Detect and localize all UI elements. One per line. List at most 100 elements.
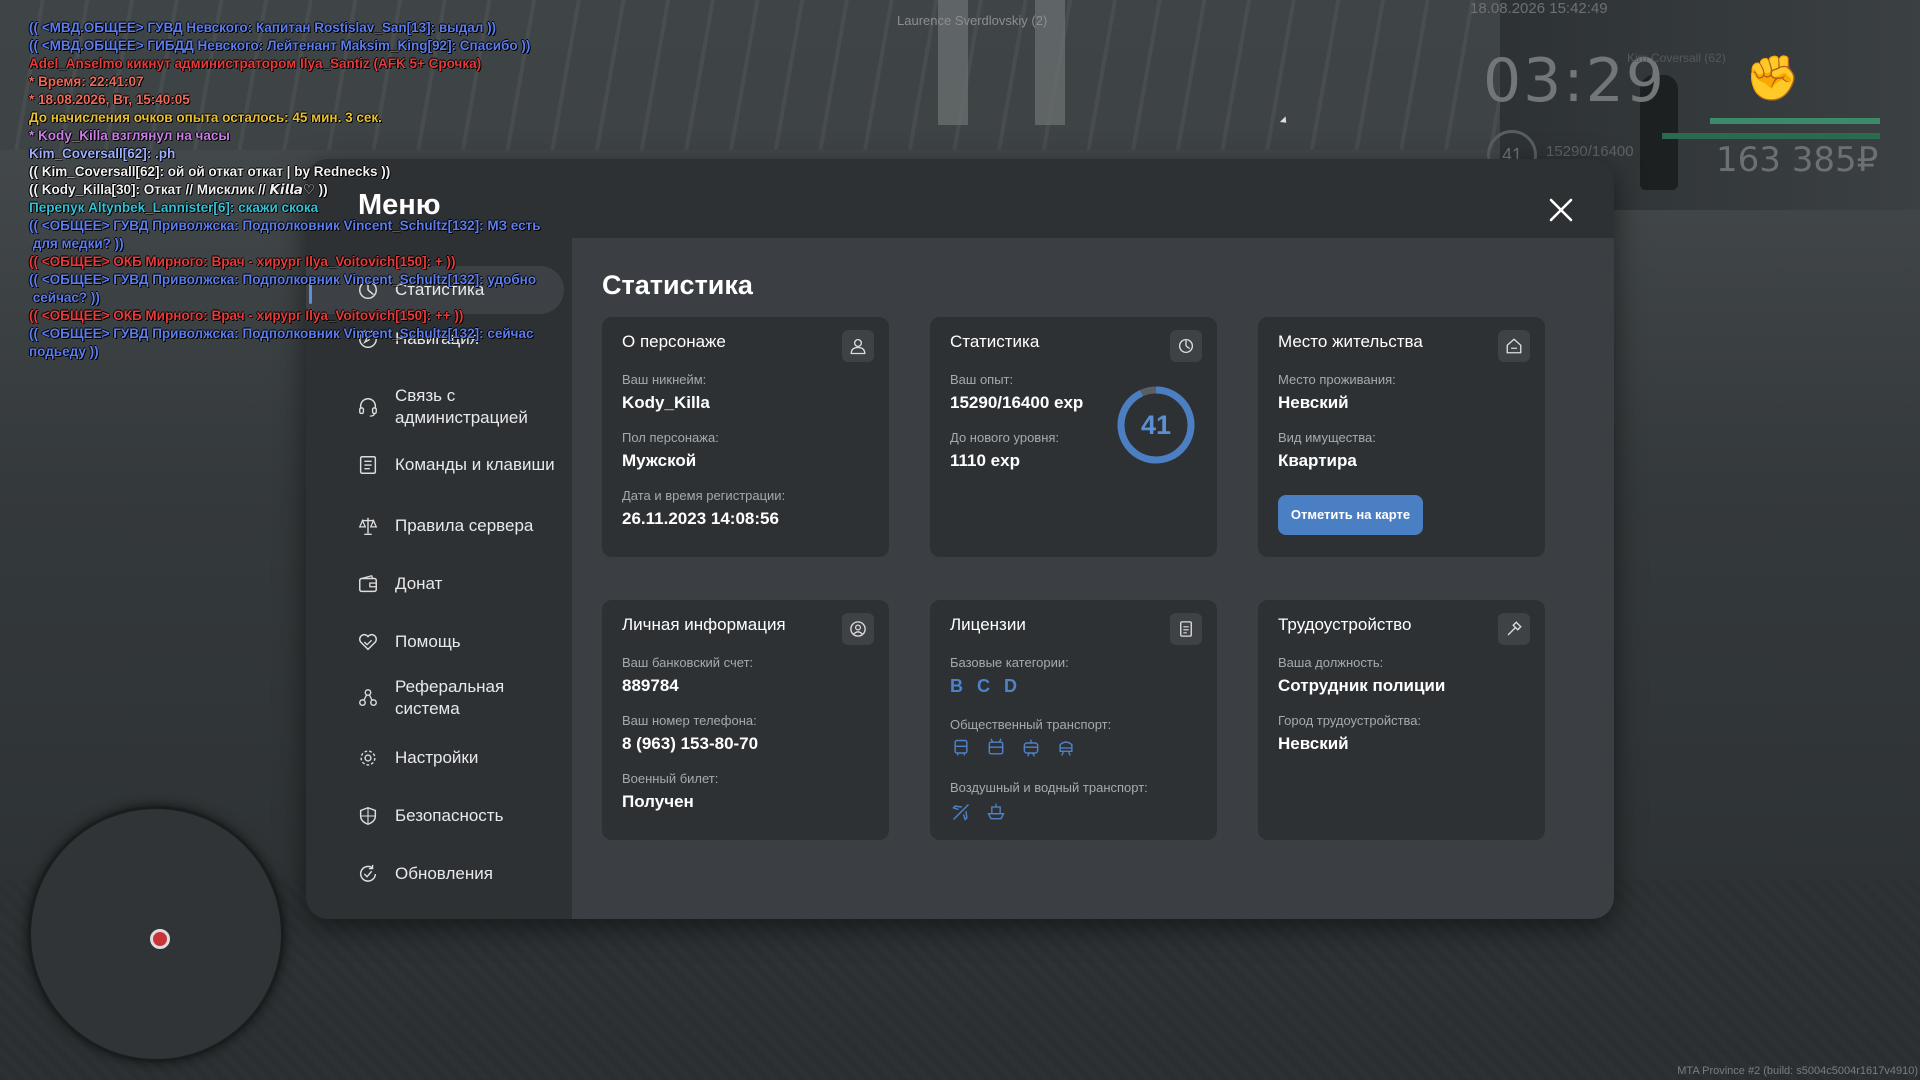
nav-item-commands[interactable]: Команды и клавиши xyxy=(306,443,564,487)
chat-message: (( <ОБЩЕЕ> ГУВД Приволжска: Подполковник… xyxy=(29,326,534,341)
public-transport-icons xyxy=(950,737,1077,759)
registration-value: 26.11.2023 14:08:56 xyxy=(622,509,779,528)
chat-message: (( Kody_Killa[30]: Откат // Мисклик // 𝙆… xyxy=(29,182,328,197)
statistics-panel: Статистика О персонаже Ваш никнейм: Kody… xyxy=(572,238,1614,919)
chat-message: подьеду )) xyxy=(29,344,99,359)
next-level-value: 1110 exp xyxy=(950,451,1020,470)
nav-item-label: Правила сервера xyxy=(395,516,534,535)
license-category-c: C xyxy=(977,676,990,696)
nav-item-label: Безопасность xyxy=(395,806,504,825)
nav-item-security[interactable]: Безопасность xyxy=(306,800,564,832)
chat-message: (( <МВД.ОБЩЕЕ> ГИБДД Невского: Лейтенант… xyxy=(29,38,531,53)
player-name-tag: Kim Coversall (62) xyxy=(1627,51,1726,65)
nav-item-admin-contact[interactable]: Связь с администрацией xyxy=(306,385,564,429)
boat-icon xyxy=(985,801,1007,823)
license-category-d: D xyxy=(1004,676,1017,696)
nickname-label: Ваш никнейм: xyxy=(622,372,707,387)
nav-item-label: Донат xyxy=(395,574,443,593)
nav-item-help[interactable]: Помощь xyxy=(306,626,564,658)
nearby-player-tag: Laurence Sverdlovskiy (2) xyxy=(897,13,1048,28)
gender-value: Мужской xyxy=(622,451,697,470)
nav-item-rules[interactable]: Правила сервера xyxy=(306,510,564,542)
chat-message: * Kody_Killa взглянул на часы xyxy=(29,128,230,143)
exp-label: Ваш опыт: xyxy=(950,372,1014,387)
military-id-value: Получен xyxy=(622,792,694,811)
nav-item-donate[interactable]: Донат xyxy=(306,568,564,600)
license-category-b: B xyxy=(950,676,963,696)
card-title: Лицензии xyxy=(950,615,1026,634)
exp-value: 15290/16400 exp xyxy=(950,393,1084,412)
chat-message: (( Kim_Coversall[62]: ой ой откат откат … xyxy=(29,164,391,179)
card-personal-info: Личная информация Ваш банковский счет: 8… xyxy=(602,600,889,840)
card-title: О персонаже xyxy=(622,332,726,351)
card-character: О персонаже Ваш никнейм: Kody_Killa Пол … xyxy=(602,317,889,557)
residence-place-value: Невский xyxy=(1278,393,1349,412)
card-employment: Трудоустройство Ваша должность: Сотрудни… xyxy=(1258,600,1545,840)
hud-exp: 15290/16400 xyxy=(1546,143,1634,160)
mark-on-map-button[interactable]: Отметить на карте xyxy=(1278,495,1423,535)
chat-message: (( <ОБЩЕЕ> ГУВД Приволжска: Подполковник… xyxy=(29,218,541,233)
chat-message: * 18.08.2026, Вт, 15:40:05 xyxy=(29,92,190,107)
next-level-label: До нового уровня: xyxy=(950,430,1060,445)
nav-item-label: Настройки xyxy=(395,748,479,767)
chat-log: (( <МВД.ОБЩЕЕ> ГУВД Невского: Капитан Ro… xyxy=(29,19,609,361)
work-city-value: Невский xyxy=(1278,734,1349,753)
property-type-value: Квартира xyxy=(1278,451,1357,470)
chat-message: (( <ОБЩЕЕ> ГУВД Приволжска: Подполковник… xyxy=(29,272,537,287)
bank-account-label: Ваш банковский счет: xyxy=(622,655,754,670)
handshake-heart-icon xyxy=(356,630,380,654)
card-licenses: Лицензии Базовые категории: B C D Общест… xyxy=(930,600,1217,840)
nickname-value: Kody_Killa xyxy=(622,393,710,412)
phone-value: 8 (963) 153-80-70 xyxy=(622,734,759,753)
chat-message: (( <ОБЩЕЕ> ОКБ Мирного: Врач - хирург Il… xyxy=(29,254,456,269)
nav-item-label: Реферальная система xyxy=(395,677,505,718)
position-value: Сотрудник полиции xyxy=(1278,676,1446,695)
home-icon xyxy=(1498,330,1530,362)
chat-message: Перепук Altynbek_Lannister[6]: скажи ско… xyxy=(29,200,319,215)
hud-money: 163 385₽ xyxy=(1716,140,1879,180)
basic-categories-label: Базовые категории: xyxy=(950,655,1069,670)
license-categories: B C D xyxy=(950,676,1017,697)
bank-account-value: 889784 xyxy=(622,676,679,695)
id-card-icon xyxy=(1170,613,1202,645)
user-circle-icon xyxy=(842,613,874,645)
card-title: Место жительства xyxy=(1278,332,1423,351)
work-city-label: Город трудоустройства: xyxy=(1278,713,1422,728)
air-water-transport-label: Воздушный и водный транспорт: xyxy=(950,780,1148,795)
nav-item-label: Связь с администрацией xyxy=(395,386,528,427)
build-info: MTA Province #2 (build: s5004c5004r1617v… xyxy=(1677,1065,1918,1077)
card-title: Статистика xyxy=(950,332,1040,351)
nav-item-updates[interactable]: Обновления xyxy=(306,858,564,890)
hammer-icon xyxy=(1498,613,1530,645)
chat-message: * Время: 22:41:07 xyxy=(29,74,144,89)
nav-item-referral[interactable]: Реферальная система xyxy=(306,676,564,720)
chat-message: (( <ОБЩЕЕ> ОКБ Мирного: Врач - хирург Il… xyxy=(29,308,464,323)
nav-item-label: Обновления xyxy=(395,864,493,883)
position-label: Ваша должность: xyxy=(1278,655,1384,670)
gender-label: Пол персонажа: xyxy=(622,430,719,445)
tram-icon xyxy=(1020,737,1042,759)
phone-label: Ваш номер телефона: xyxy=(622,713,757,728)
shield-icon xyxy=(356,804,380,828)
residence-place-label: Место проживания: xyxy=(1278,372,1396,387)
headset-icon xyxy=(356,395,380,419)
trolleybus-icon xyxy=(985,737,1007,759)
nav-item-settings[interactable]: Настройки xyxy=(306,742,564,774)
referral-icon xyxy=(356,686,380,710)
train-icon xyxy=(1055,737,1077,759)
close-button[interactable] xyxy=(1544,193,1578,227)
page-title: Статистика xyxy=(602,270,753,300)
card-residence: Место жительства Место проживания: Невск… xyxy=(1258,317,1545,557)
player-marker-icon xyxy=(150,929,170,949)
nav-item-label: Команды и клавиши xyxy=(395,455,555,474)
close-icon xyxy=(1549,198,1573,222)
military-id-label: Военный билет: xyxy=(622,771,719,786)
card-stats: Статистика Ваш опыт: 15290/16400 exp До … xyxy=(930,317,1217,557)
armor-bar xyxy=(1662,133,1880,139)
card-title: Трудоустройство xyxy=(1278,615,1412,634)
property-type-label: Вид имущества: xyxy=(1278,430,1376,445)
chat-message: Adel_Anselmo кикнут администратором Ilya… xyxy=(29,56,482,71)
plane-icon xyxy=(950,801,972,823)
hud-datetime: 18.08.2026 15:42:49 xyxy=(1470,0,1608,17)
pie-clock-icon xyxy=(1170,330,1202,362)
